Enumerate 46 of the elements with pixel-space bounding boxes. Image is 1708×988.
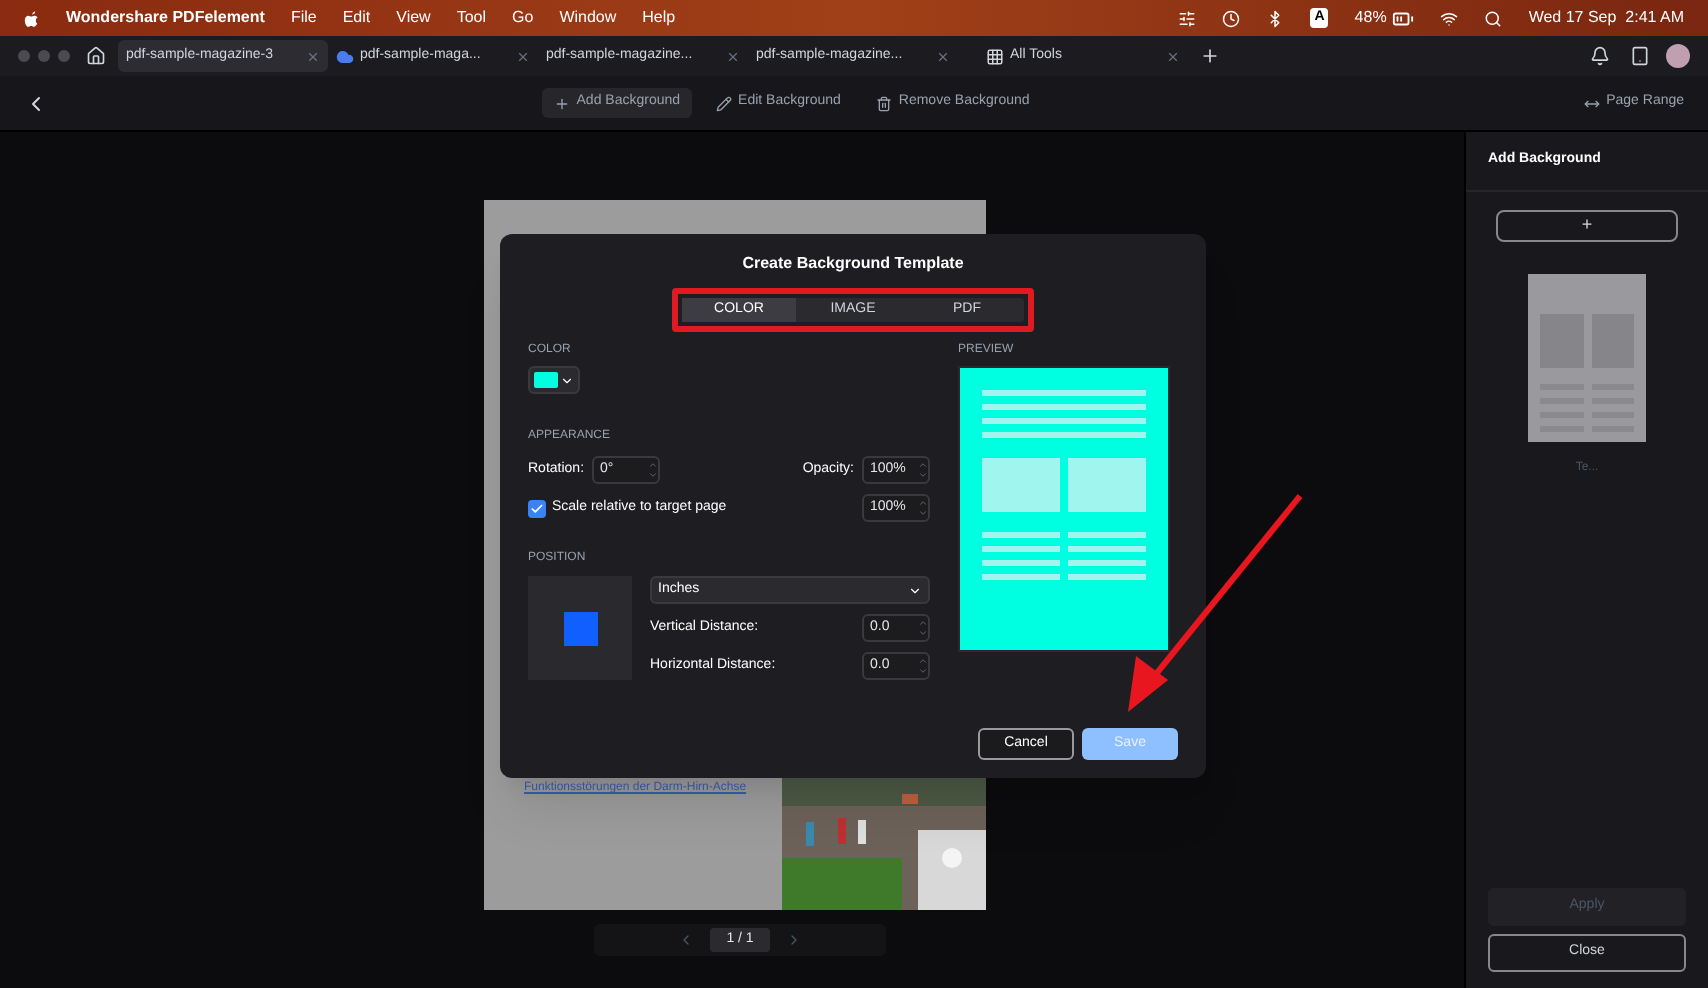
close-icon[interactable] [306, 49, 320, 63]
apple-icon[interactable] [24, 9, 40, 27]
close-icon[interactable] [516, 49, 530, 63]
menu-item[interactable]: File [290, 6, 317, 30]
battery-percent: 48% [1354, 6, 1387, 30]
position-marker[interactable] [563, 611, 597, 645]
close-icon[interactable] [1166, 49, 1180, 63]
menu-item[interactable]: Tool [456, 6, 487, 30]
menu-item[interactable]: View [396, 6, 431, 30]
stepper-icon[interactable] [918, 498, 928, 518]
add-template-button[interactable]: + [1496, 209, 1678, 241]
checkbox[interactable] [528, 499, 546, 517]
chevron-icon [560, 373, 574, 387]
color-picker[interactable] [528, 366, 580, 394]
stepper-icon[interactable] [648, 460, 659, 480]
home-icon[interactable] [86, 46, 106, 66]
trash-icon [876, 95, 893, 111]
battery-icon[interactable] [1392, 7, 1415, 29]
new-tab-icon[interactable] [1200, 46, 1220, 66]
menu-item[interactable]: Go [512, 6, 534, 30]
sliders-icon[interactable] [1178, 9, 1197, 27]
stepper-icon[interactable] [918, 618, 928, 638]
close-icon[interactable] [726, 49, 740, 63]
stepper-icon[interactable] [918, 460, 928, 480]
cloud-icon [336, 47, 354, 65]
tablet-icon[interactable] [1630, 46, 1650, 66]
menu-item[interactable]: Help [642, 6, 676, 30]
close-icon[interactable] [936, 49, 950, 63]
plus-icon [554, 95, 571, 111]
pencil-icon [716, 95, 733, 111]
bell-icon[interactable] [1590, 46, 1610, 66]
wifi-icon[interactable] [1440, 9, 1459, 27]
clock-icon[interactable] [1222, 9, 1241, 27]
avatar[interactable] [1666, 44, 1690, 68]
app-name[interactable]: Wondershare PDFelement [66, 6, 265, 30]
dialog-title: Create Background Template [742, 252, 964, 276]
search-icon[interactable] [1484, 9, 1503, 27]
grid-icon [986, 47, 1004, 65]
range-icon [1584, 95, 1601, 111]
menu-item[interactable]: Edit [342, 6, 371, 30]
chevron-icon [908, 583, 922, 597]
position-grid[interactable] [528, 576, 632, 680]
datetime[interactable]: Wed 17 Sep 2:41 AM [1528, 6, 1684, 30]
stepper-icon[interactable] [918, 656, 928, 676]
menu-item[interactable]: Window [559, 6, 617, 30]
bluetooth-icon[interactable] [1266, 9, 1285, 27]
